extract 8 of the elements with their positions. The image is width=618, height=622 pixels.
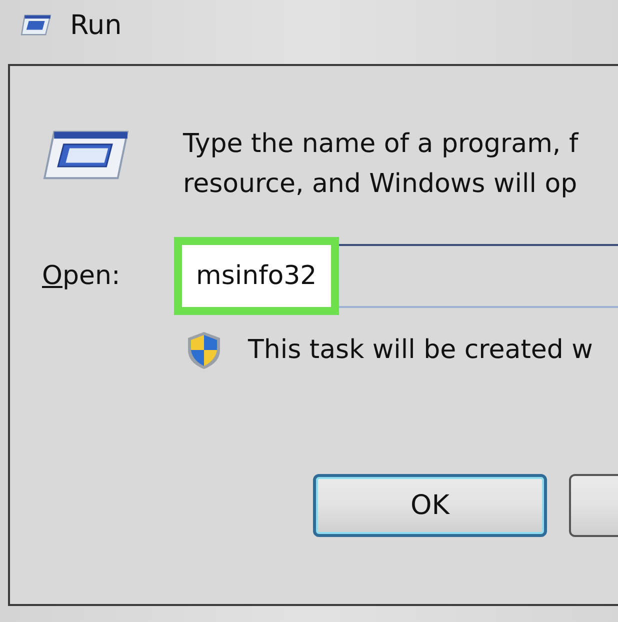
ok-button[interactable]: OK	[313, 474, 547, 537]
open-label: Open:	[42, 261, 122, 291]
window-title: Run	[70, 10, 122, 40]
instruction-text: resource, and Windows will op	[183, 168, 578, 201]
run-icon	[20, 13, 52, 37]
typed-value: msinfo32	[182, 245, 331, 307]
instruction-text: Type the name of a program, f	[183, 128, 578, 161]
admin-note-text: This task will be created w	[248, 335, 593, 365]
